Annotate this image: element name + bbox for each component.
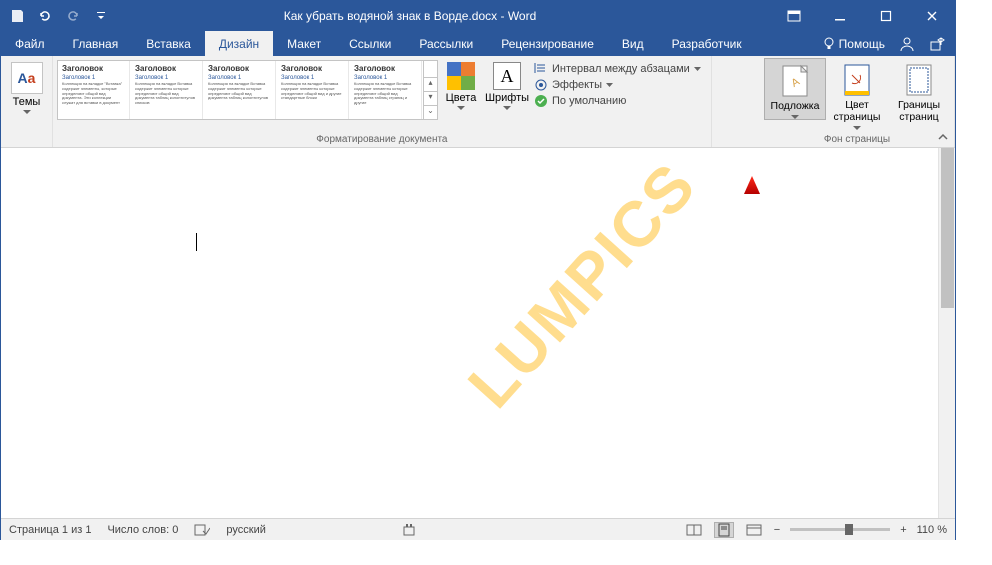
watermark-icon: A <box>779 65 811 97</box>
gallery-more-button[interactable]: ▴▾⌄ <box>423 61 437 119</box>
tell-me[interactable]: Помощь <box>823 37 885 51</box>
qat-customize-icon[interactable] <box>93 8 109 24</box>
tab-home[interactable]: Главная <box>59 31 133 56</box>
page-color-icon <box>841 64 873 96</box>
colors-icon <box>447 62 475 90</box>
page-color-label: Цвет страницы <box>826 99 888 123</box>
themes-button[interactable]: Aa Темы <box>5 58 48 114</box>
zoom-slider[interactable] <box>790 528 890 531</box>
page-color-button[interactable]: Цвет страницы <box>826 58 888 130</box>
style-set-item[interactable]: ЗаголовокЗаголовок 1 Коллекция на вкладк… <box>277 61 349 119</box>
page-borders-button[interactable]: Границы страниц <box>888 58 950 123</box>
colors-button[interactable]: Цвета <box>438 58 484 110</box>
status-language[interactable]: русский <box>226 524 265 536</box>
themes-icon: Aa <box>11 62 43 94</box>
colors-label: Цвета <box>446 92 477 104</box>
chevron-down-icon <box>694 67 701 71</box>
web-layout-icon[interactable] <box>744 522 764 538</box>
save-icon[interactable] <box>9 8 25 24</box>
page[interactable]: LUMPICS <box>51 148 891 518</box>
tab-references[interactable]: Ссылки <box>335 31 405 56</box>
fonts-label: Шрифты <box>485 92 529 104</box>
fonts-button[interactable]: A Шрифты <box>484 58 530 110</box>
tab-developer[interactable]: Разработчик <box>658 31 756 56</box>
statusbar: Страница 1 из 1 Число слов: 0 русский − … <box>1 518 955 540</box>
status-word-count[interactable]: Число слов: 0 <box>107 524 178 536</box>
ribbon-tabs: Файл Главная Вставка Дизайн Макет Ссылки… <box>1 31 955 56</box>
macro-recording-icon[interactable] <box>402 523 416 537</box>
chevron-down-icon <box>503 106 511 110</box>
style-set-item[interactable]: ЗаголовокЗаголовок 1 Коллекция на вкладк… <box>131 61 203 119</box>
undo-icon[interactable] <box>37 8 53 24</box>
style-set-item[interactable]: ЗаголовокЗаголовок 1 Коллекция на вкладк… <box>204 61 276 119</box>
paragraph-spacing-button[interactable]: Интервал между абзацами <box>534 62 701 76</box>
group-label-doc-formatting: Форматирование документа <box>57 134 707 147</box>
tab-mailings[interactable]: Рассылки <box>405 31 487 56</box>
tab-insert[interactable]: Вставка <box>132 31 205 56</box>
watermark-button[interactable]: A Подложка <box>764 58 826 120</box>
chevron-down-icon <box>606 83 613 87</box>
zoom-slider-knob[interactable] <box>845 524 853 535</box>
chevron-down-icon <box>23 110 31 114</box>
set-default-button[interactable]: По умолчанию <box>534 94 701 108</box>
zoom-in-button[interactable]: + <box>900 524 906 536</box>
read-mode-icon[interactable] <box>684 522 704 538</box>
titlebar: Как убрать водяной знак в Ворде.docx - W… <box>1 1 955 31</box>
group-label-page-bg: Фон страницы <box>764 134 950 147</box>
proofing-icon[interactable] <box>194 523 210 537</box>
zoom-level[interactable]: 110 % <box>917 524 947 536</box>
collapse-ribbon-icon[interactable] <box>937 131 949 143</box>
tab-layout[interactable]: Макет <box>273 31 335 56</box>
tab-review[interactable]: Рецензирование <box>487 31 608 56</box>
chevron-down-icon <box>457 106 465 110</box>
close-icon[interactable] <box>909 1 955 31</box>
tab-view[interactable]: Вид <box>608 31 658 56</box>
zoom-out-button[interactable]: − <box>774 524 780 536</box>
page-borders-icon <box>903 64 935 96</box>
document-area: LUMPICS <box>1 148 955 518</box>
tab-file[interactable]: Файл <box>1 31 59 56</box>
scrollbar-thumb[interactable] <box>941 148 954 308</box>
style-set-item[interactable]: ЗаголовокЗаголовок 1 Коллекция на вкладк… <box>350 61 422 119</box>
account-icon[interactable] <box>899 36 915 52</box>
effects-icon <box>534 78 548 92</box>
window-title: Как убрать водяной знак в Ворде.docx - W… <box>109 9 771 23</box>
watermark-text: LUMPICS <box>453 148 710 422</box>
themes-label: Темы <box>13 96 41 108</box>
print-layout-icon[interactable] <box>714 522 734 538</box>
checkmark-icon <box>534 94 548 108</box>
ribbon-display-options-icon[interactable] <box>771 1 817 31</box>
text-cursor <box>196 233 197 251</box>
status-page[interactable]: Страница 1 из 1 <box>9 524 91 536</box>
ribbon: Aa Темы ЗаголовокЗаголовок 1 Коллекция н… <box>1 56 955 148</box>
redo-icon[interactable] <box>65 8 81 24</box>
fonts-icon: A <box>493 62 521 90</box>
effects-button[interactable]: Эффекты <box>534 78 701 92</box>
style-set-item[interactable]: ЗаголовокЗаголовок 1 Коллекция на вкладк… <box>58 61 130 119</box>
lightbulb-icon <box>823 37 835 51</box>
watermark-label: Подложка <box>771 100 820 112</box>
chevron-down-icon <box>853 126 861 130</box>
chevron-down-icon <box>791 115 799 119</box>
style-gallery[interactable]: ЗаголовокЗаголовок 1 Коллекция на вкладк… <box>57 60 438 120</box>
page-borders-label: Границы страниц <box>888 99 950 123</box>
paragraph-spacing-icon <box>534 62 548 76</box>
vertical-scrollbar[interactable] <box>938 148 955 518</box>
minimize-icon[interactable] <box>817 1 863 31</box>
tab-design[interactable]: Дизайн <box>205 31 273 56</box>
share-icon[interactable] <box>929 36 945 52</box>
app-window: Как убрать водяной знак в Ворде.docx - W… <box>0 0 956 540</box>
tell-me-label: Помощь <box>839 37 885 51</box>
maximize-icon[interactable] <box>863 1 909 31</box>
